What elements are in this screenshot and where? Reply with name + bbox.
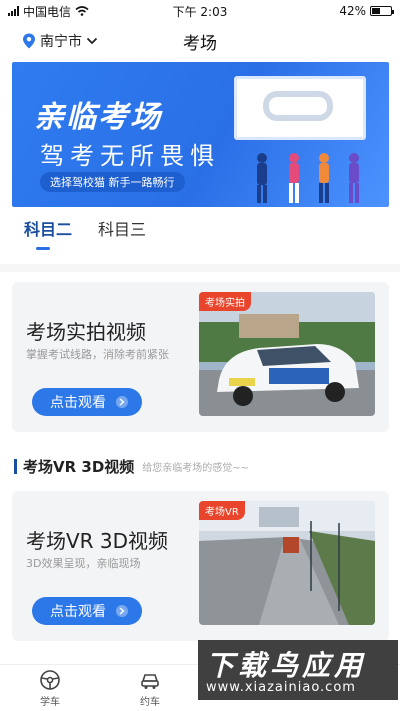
battery-percent: 42% bbox=[339, 4, 366, 18]
banner-board-illustration bbox=[234, 76, 366, 140]
watch-button[interactable]: 点击观看 bbox=[32, 388, 142, 416]
watermark: 下载鸟应用 www.xiazainiao.com bbox=[198, 640, 398, 700]
nav-item-learn[interactable]: 学车 bbox=[0, 665, 100, 711]
subject-tabs: 科目二 科目三 bbox=[24, 216, 146, 250]
exam-road-photo: 考场VR bbox=[199, 501, 375, 625]
nav-item-label: 约车 bbox=[140, 696, 160, 708]
nav-item-label: 学车 bbox=[40, 696, 60, 708]
watermark-title: 下载鸟应用 bbox=[206, 649, 367, 682]
watch-button[interactable]: 点击观看 bbox=[32, 597, 142, 625]
status-left: 中国电信 bbox=[8, 3, 89, 20]
location-pin-icon bbox=[23, 33, 35, 49]
chevron-down-icon bbox=[86, 37, 98, 45]
chevron-right-icon bbox=[116, 605, 128, 617]
status-bar: 中国电信 下午 2:03 42% bbox=[0, 0, 400, 22]
banner-subheadline: 驾考无所畏惧 bbox=[40, 142, 220, 170]
banner-people-illustration bbox=[257, 153, 359, 203]
tab-subject-two[interactable]: 科目二 bbox=[24, 216, 72, 250]
carrier-label: 中国电信 bbox=[23, 4, 72, 19]
status-right: 42% bbox=[339, 4, 394, 18]
steering-wheel-icon bbox=[40, 669, 60, 690]
banner-tagline: 选择驾校猫 新手一路畅行 bbox=[40, 172, 185, 192]
photo-tag: 考场VR bbox=[199, 501, 245, 520]
exam-car-photo: 考场实拍 bbox=[199, 292, 375, 416]
section-subtitle: 给您亲临考场的感觉~~ bbox=[142, 463, 250, 474]
wifi-icon bbox=[75, 6, 89, 16]
signal-icon bbox=[8, 6, 19, 16]
nav-bar: 南宁市 考场 bbox=[0, 26, 400, 56]
tab-subject-three[interactable]: 科目三 bbox=[98, 216, 146, 250]
section-divider bbox=[0, 264, 400, 272]
card-description: 3D效果呈现，亲临现场 bbox=[26, 557, 141, 570]
banner-road-map bbox=[263, 91, 333, 121]
nav-item-book[interactable]: 约车 bbox=[100, 665, 200, 711]
banner-headline: 亲临考场 bbox=[34, 100, 162, 135]
watermark-url: www.xiazainiao.com bbox=[206, 680, 356, 695]
chevron-right-icon bbox=[116, 396, 128, 408]
card-title: 考场实拍视频 bbox=[26, 320, 146, 344]
city-label: 南宁市 bbox=[40, 34, 82, 50]
battery-icon bbox=[370, 6, 394, 16]
photo-tag: 考场实拍 bbox=[199, 292, 251, 311]
car-icon bbox=[141, 673, 159, 689]
watch-button-label: 点击观看 bbox=[50, 395, 106, 411]
video-card-live[interactable]: 考场实拍视频 掌握考试线路，消除考前紧张 点击观看 考场实拍 bbox=[12, 282, 389, 432]
promo-banner[interactable]: 亲临考场 驾考无所畏惧 选择驾校猫 新手一路畅行 bbox=[12, 62, 389, 207]
card-description: 掌握考试线路，消除考前紧张 bbox=[26, 348, 169, 361]
section-accent-bar bbox=[14, 459, 17, 474]
section-header: 考场VR 3D视频 给您亲临考场的感觉~~ bbox=[14, 456, 249, 477]
city-selector[interactable]: 南宁市 bbox=[22, 31, 98, 51]
section-title: 考场VR 3D视频 bbox=[23, 458, 135, 476]
watch-button-label: 点击观看 bbox=[50, 604, 106, 620]
video-card-vr[interactable]: 考场VR 3D视频 3D效果呈现，亲临现场 点击观看 考场VR bbox=[12, 491, 389, 641]
card-title: 考场VR 3D视频 bbox=[26, 529, 169, 553]
